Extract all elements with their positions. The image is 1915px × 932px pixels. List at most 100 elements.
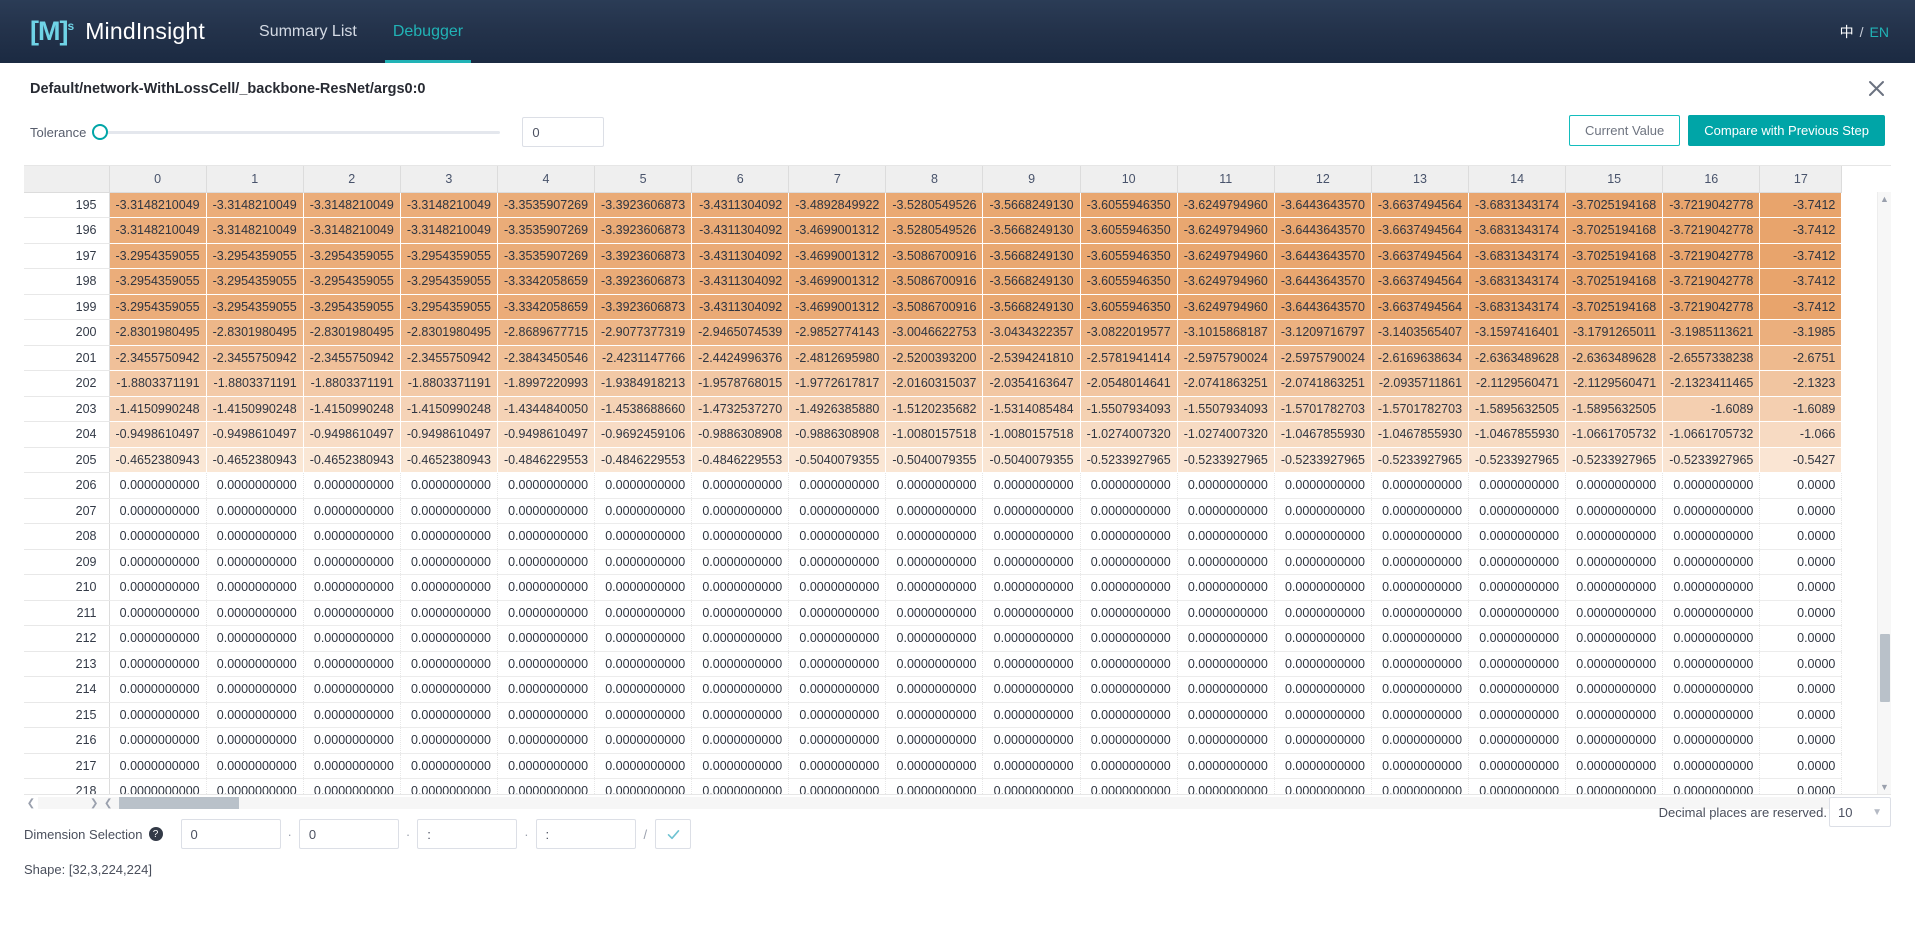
vertical-scrollbar-thumb[interactable]: [1880, 634, 1890, 702]
table-cell[interactable]: -0.5427: [1760, 447, 1842, 473]
table-cell[interactable]: -3.3148210049: [109, 218, 206, 244]
table-cell[interactable]: -1.9772617817: [789, 371, 886, 397]
table-cell[interactable]: 0.0000000000: [1469, 600, 1566, 626]
table-cell[interactable]: 0.0000000000: [1274, 677, 1371, 703]
table-cell[interactable]: -2.0548014641: [1080, 371, 1177, 397]
table-cell[interactable]: -3.7219042778: [1663, 269, 1760, 295]
table-cell[interactable]: 0.0000: [1760, 702, 1842, 728]
table-cell[interactable]: 0.0000000000: [1274, 600, 1371, 626]
table-cell[interactable]: -3.3923606873: [595, 192, 692, 218]
scroll-page-left-icon[interactable]: ❮: [104, 795, 112, 811]
table-cell[interactable]: 0.0000000000: [692, 473, 789, 499]
table-cell[interactable]: -3.2954359055: [303, 269, 400, 295]
table-cell[interactable]: 0.0000000000: [789, 524, 886, 550]
table-cell[interactable]: -1.5314085484: [983, 396, 1080, 422]
table-cell[interactable]: -1.6089: [1663, 396, 1760, 422]
tolerance-slider-track[interactable]: [100, 131, 500, 134]
table-cell[interactable]: 0.0000000000: [400, 575, 497, 601]
lang-en-button[interactable]: EN: [1870, 24, 1889, 40]
table-cell[interactable]: 0.0000000000: [303, 549, 400, 575]
table-cell[interactable]: 0.0000000000: [109, 779, 206, 796]
table-cell[interactable]: 0.0000000000: [1274, 575, 1371, 601]
table-cell[interactable]: 0.0000000000: [303, 651, 400, 677]
table-cell[interactable]: 0.0000000000: [789, 626, 886, 652]
column-header-3[interactable]: 3: [400, 166, 497, 192]
vertical-scrollbar[interactable]: ▲ ▼: [1877, 192, 1891, 794]
table-cell[interactable]: 0.0000000000: [1080, 524, 1177, 550]
check-icon[interactable]: [655, 819, 691, 849]
table-cell[interactable]: 0.0000000000: [886, 728, 983, 754]
table-cell[interactable]: -2.6169638634: [1371, 345, 1468, 371]
table-cell[interactable]: 0.0000000000: [206, 728, 303, 754]
table-cell[interactable]: 0.0000000000: [595, 473, 692, 499]
table-cell[interactable]: 0.0000000000: [1469, 626, 1566, 652]
table-cell[interactable]: 0.0000000000: [303, 524, 400, 550]
table-cell[interactable]: 0.0000000000: [1663, 473, 1760, 499]
table-cell[interactable]: 0.0000000000: [1566, 498, 1663, 524]
table-cell[interactable]: -1.0661705732: [1566, 422, 1663, 448]
table-cell[interactable]: 0.0000000000: [692, 549, 789, 575]
table-cell[interactable]: -3.3148210049: [206, 192, 303, 218]
table-cell[interactable]: 0.0000000000: [206, 600, 303, 626]
table-cell[interactable]: 0.0000000000: [1371, 524, 1468, 550]
table-cell[interactable]: -3.1985: [1760, 320, 1842, 346]
table-cell[interactable]: -3.2954359055: [109, 269, 206, 295]
horizontal-scrollbar[interactable]: ❮ ❯ ❮ ❯: [24, 795, 1891, 811]
table-cell[interactable]: 0.0000000000: [692, 524, 789, 550]
table-cell[interactable]: 0.0000000000: [1177, 626, 1274, 652]
table-cell[interactable]: 0.0000000000: [109, 753, 206, 779]
table-cell[interactable]: 0.0000000000: [206, 524, 303, 550]
compare-with-previous-step-button[interactable]: Compare with Previous Step: [1688, 115, 1885, 146]
table-cell[interactable]: 0.0000000000: [595, 600, 692, 626]
table-cell[interactable]: 0.0000000000: [886, 651, 983, 677]
table-cell[interactable]: 0.0000000000: [303, 702, 400, 728]
table-cell[interactable]: 0.0000000000: [1371, 498, 1468, 524]
table-cell[interactable]: -2.8301980495: [400, 320, 497, 346]
table-cell[interactable]: -3.7219042778: [1663, 294, 1760, 320]
table-cell[interactable]: 0.0000000000: [303, 626, 400, 652]
table-cell[interactable]: -1.5507934093: [1080, 396, 1177, 422]
column-header-13[interactable]: 13: [1371, 166, 1468, 192]
table-cell[interactable]: 0.0000000000: [983, 702, 1080, 728]
table-cell[interactable]: 0.0000000000: [1663, 753, 1760, 779]
table-cell[interactable]: -3.6055946350: [1080, 218, 1177, 244]
table-cell[interactable]: 0.0000000000: [400, 626, 497, 652]
table-cell[interactable]: -3.7412: [1760, 243, 1842, 269]
table-cell[interactable]: -3.6055946350: [1080, 269, 1177, 295]
table-cell[interactable]: 0.0000000000: [983, 549, 1080, 575]
table-cell[interactable]: -3.6443643570: [1274, 192, 1371, 218]
table-cell[interactable]: -1.9384918213: [595, 371, 692, 397]
table-cell[interactable]: 0.0000000000: [983, 651, 1080, 677]
table-cell[interactable]: -3.6637494564: [1371, 218, 1468, 244]
table-cell[interactable]: 0.0000000000: [303, 753, 400, 779]
nav-item-debugger[interactable]: Debugger: [375, 0, 481, 63]
table-cell[interactable]: 0.0000000000: [1371, 728, 1468, 754]
table-cell[interactable]: 0.0000000000: [400, 600, 497, 626]
table-cell[interactable]: -3.2954359055: [400, 294, 497, 320]
table-cell[interactable]: 0.0000: [1760, 626, 1842, 652]
tolerance-slider[interactable]: [100, 122, 500, 142]
table-cell[interactable]: -3.7412: [1760, 294, 1842, 320]
table-cell[interactable]: 0.0000000000: [109, 524, 206, 550]
table-cell[interactable]: 0.0000000000: [303, 779, 400, 796]
table-cell[interactable]: -3.7219042778: [1663, 192, 1760, 218]
table-cell[interactable]: 0.0000000000: [1177, 473, 1274, 499]
table-cell[interactable]: -0.5233927965: [1080, 447, 1177, 473]
table-cell[interactable]: -2.3455750942: [206, 345, 303, 371]
table-cell[interactable]: 0.0000000000: [497, 498, 594, 524]
table-cell[interactable]: 0.0000000000: [1371, 677, 1468, 703]
table-cell[interactable]: -0.4652380943: [400, 447, 497, 473]
table-cell[interactable]: 0.0000000000: [1566, 473, 1663, 499]
table-cell[interactable]: -3.6637494564: [1371, 192, 1468, 218]
table-cell[interactable]: 0.0000000000: [1663, 498, 1760, 524]
table-cell[interactable]: 0.0000000000: [206, 473, 303, 499]
table-cell[interactable]: 0.0000000000: [1080, 677, 1177, 703]
table-cell[interactable]: 0.0000: [1760, 677, 1842, 703]
table-cell[interactable]: -3.7025194168: [1566, 192, 1663, 218]
table-cell[interactable]: -1.8803371191: [206, 371, 303, 397]
column-header-2[interactable]: 2: [303, 166, 400, 192]
table-cell[interactable]: -3.3535907269: [497, 192, 594, 218]
table-cell[interactable]: -3.2954359055: [206, 269, 303, 295]
table-cell[interactable]: 0.0000000000: [1080, 549, 1177, 575]
table-cell[interactable]: 0.0000000000: [400, 728, 497, 754]
